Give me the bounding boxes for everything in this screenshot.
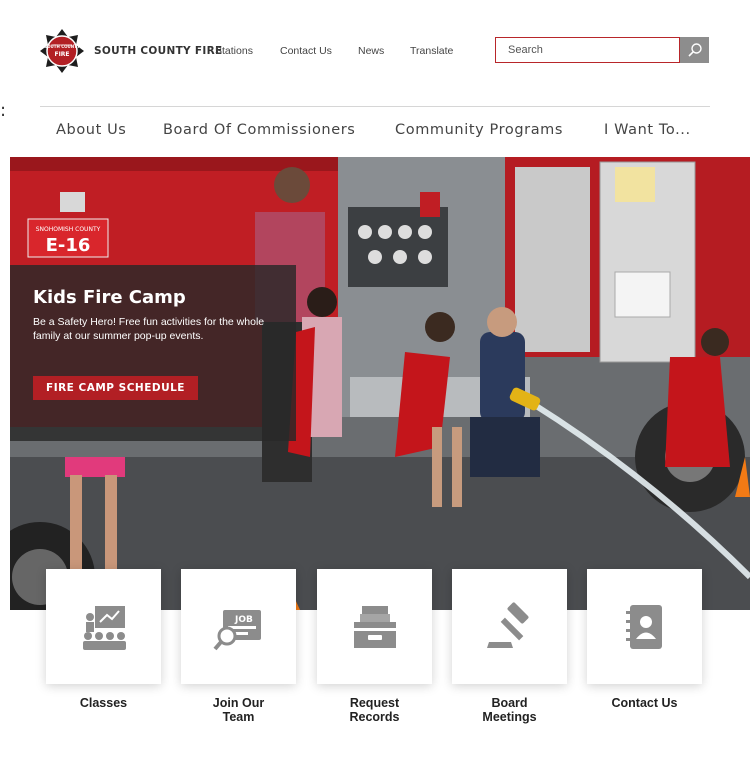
job-search-icon: JOB xyxy=(212,609,261,650)
search-box xyxy=(495,37,709,65)
nav-i-want-to[interactable]: I Want To... xyxy=(604,122,691,138)
edge-mark: : xyxy=(0,100,7,121)
file-tray-icon xyxy=(353,605,396,648)
address-book-icon xyxy=(625,604,662,649)
header-divider xyxy=(40,106,710,107)
nav-board-of-commissioners[interactable]: Board Of Commissioners xyxy=(163,122,355,138)
brand-name: SOUTH COUNTY FIRE xyxy=(94,45,223,57)
quick-link-join-our-team[interactable]: JOB xyxy=(181,569,296,684)
engine-plate-small-text: SNOHOMISH COUNTY xyxy=(36,226,101,233)
engine-plate-large-text: E-16 xyxy=(46,235,91,256)
quick-link-request-records[interactable] xyxy=(317,569,432,684)
search-button[interactable] xyxy=(680,37,709,63)
site-logo[interactable]: SOUTH COUNTY FIRE SOUTH COUNTY FIRE xyxy=(38,27,222,75)
quick-link-board-meetings[interactable] xyxy=(452,569,567,684)
promo-title: Kids Fire Camp xyxy=(33,287,186,308)
logo-badge-top-text: SOUTH COUNTY xyxy=(44,44,80,49)
svg-text:JOB: JOB xyxy=(234,615,253,625)
quick-link-contact-us[interactable] xyxy=(587,569,702,684)
promo-card: Kids Fire Camp Be a Safety Hero! Free fu… xyxy=(10,265,296,441)
logo-badge-bottom-text: FIRE xyxy=(54,51,69,58)
promo-body: Be a Safety Hero! Free fun activities fo… xyxy=(33,316,265,342)
fire-camp-schedule-button[interactable]: FIRE CAMP SCHEDULE xyxy=(33,376,198,400)
utility-link-stations[interactable]: Stations xyxy=(215,45,253,57)
utility-link-contact-us[interactable]: Contact Us xyxy=(280,45,332,57)
nav-community-programs[interactable]: Community Programs xyxy=(395,122,563,138)
utility-link-news[interactable]: News xyxy=(358,45,384,57)
maltese-cross-logo-icon: SOUTH COUNTY FIRE xyxy=(40,29,84,73)
quick-link-join-our-team-label[interactable]: Join Our Team xyxy=(181,696,296,724)
classroom-icon xyxy=(82,605,126,650)
quick-link-request-records-label[interactable]: Request Records xyxy=(317,696,432,724)
quick-link-classes-label[interactable]: Classes xyxy=(46,696,161,710)
search-input[interactable] xyxy=(495,37,680,63)
quick-link-contact-us-label[interactable]: Contact Us xyxy=(587,696,702,710)
nav-about-us[interactable]: About Us xyxy=(56,122,126,138)
utility-link-translate[interactable]: Translate xyxy=(410,45,453,57)
quick-link-board-meetings-label[interactable]: Board Meetings xyxy=(452,696,567,724)
quick-link-classes[interactable] xyxy=(46,569,161,684)
gavel-icon xyxy=(486,602,528,648)
search-icon xyxy=(687,43,702,57)
